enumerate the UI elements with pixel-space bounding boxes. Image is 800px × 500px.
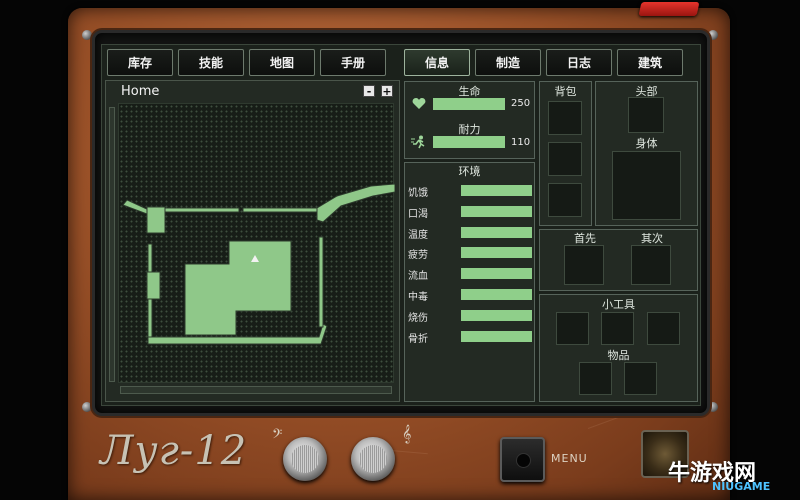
item-slot[interactable]	[579, 362, 612, 395]
environment-label: 流血	[408, 271, 428, 283]
item-slot[interactable]	[624, 362, 657, 395]
volume-knob[interactable]	[283, 437, 327, 481]
tab-journal[interactable]: 日志	[546, 49, 612, 76]
environment-label: 中毒	[408, 292, 428, 303]
tab-info[interactable]: 信息	[404, 49, 470, 76]
tab-map[interactable]: 地图	[249, 49, 315, 76]
map-building	[184, 240, 292, 336]
running-man-icon	[411, 135, 425, 149]
backpack-label: 背包	[554, 85, 577, 98]
backpack-slot[interactable]	[548, 142, 582, 176]
backpack-slot[interactable]	[548, 183, 582, 217]
map-corridor	[316, 183, 396, 223]
environment-bar	[461, 185, 532, 196]
gadgets-label: 小工具	[602, 298, 635, 311]
heart-icon	[412, 98, 426, 109]
body-label: 身体	[635, 137, 658, 150]
zoom-out-button[interactable]: -	[363, 85, 375, 97]
environment-bar	[461, 330, 532, 342]
environment-title: 环境	[458, 165, 481, 178]
primary-weapon-slot[interactable]	[564, 245, 604, 285]
map-canvas[interactable]	[118, 103, 396, 383]
environment-bar	[461, 205, 532, 217]
menu-button[interactable]	[500, 437, 545, 482]
screw-icon	[82, 402, 92, 412]
map-title: Home	[121, 84, 160, 99]
gadget-slot[interactable]	[556, 312, 589, 345]
environment-label: 温度	[408, 229, 428, 241]
environment-label: 饥饿	[408, 188, 428, 199]
tab-crafting[interactable]: 制造	[475, 49, 541, 76]
head-slot[interactable]	[628, 97, 664, 133]
environment-bar	[461, 309, 532, 321]
tab-manual[interactable]: 手册	[320, 49, 386, 76]
antenna-tab	[638, 2, 700, 16]
treble-clef-icon: 𝄞	[402, 424, 412, 443]
environment-label: 烧伤	[408, 312, 428, 324]
environment-bar	[461, 289, 532, 300]
map-wall	[164, 207, 240, 213]
backpack-slot[interactable]	[548, 101, 582, 135]
screw-icon	[82, 30, 92, 40]
environment-bar	[461, 268, 532, 280]
environment-label: 口渴	[408, 208, 428, 220]
secondary-weapon-slot[interactable]	[631, 245, 671, 285]
map-wall	[147, 323, 328, 345]
device-brand-logo: Луг-12	[100, 428, 248, 474]
map-room	[146, 271, 161, 300]
gadget-slot[interactable]	[601, 312, 634, 345]
map-layout	[122, 183, 396, 345]
tab-inventory[interactable]: 库存	[107, 49, 173, 76]
map-room	[146, 206, 166, 234]
tab-skills[interactable]: 技能	[178, 49, 244, 76]
stamina-bar	[433, 136, 505, 148]
gadget-slot[interactable]	[647, 312, 680, 345]
body-slot[interactable]	[612, 151, 681, 220]
items-label: 物品	[607, 349, 630, 362]
environment-label: 骨折	[408, 333, 428, 345]
environment-label: 疲劳	[408, 250, 428, 262]
map-wall	[122, 199, 150, 215]
menu-label: MENU	[551, 452, 588, 465]
watermark-sub: NIUGAME	[712, 480, 771, 493]
environment-bar	[461, 247, 532, 259]
zoom-in-button[interactable]: +	[381, 85, 393, 97]
tab-building[interactable]: 建筑	[617, 49, 683, 76]
stamina-value: 110	[511, 137, 531, 148]
map-horizontal-scrollbar[interactable]	[120, 386, 392, 394]
map-wall	[242, 207, 318, 213]
health-bar	[433, 98, 505, 110]
tuning-knob[interactable]	[351, 437, 395, 481]
bass-clef-icon: 𝄢	[272, 426, 283, 445]
environment-bar	[461, 226, 532, 238]
map-vertical-scrollbar[interactable]	[109, 107, 115, 382]
secondary-label: 其次	[641, 232, 663, 245]
map-wall	[318, 236, 324, 328]
health-value: 250	[511, 98, 531, 109]
